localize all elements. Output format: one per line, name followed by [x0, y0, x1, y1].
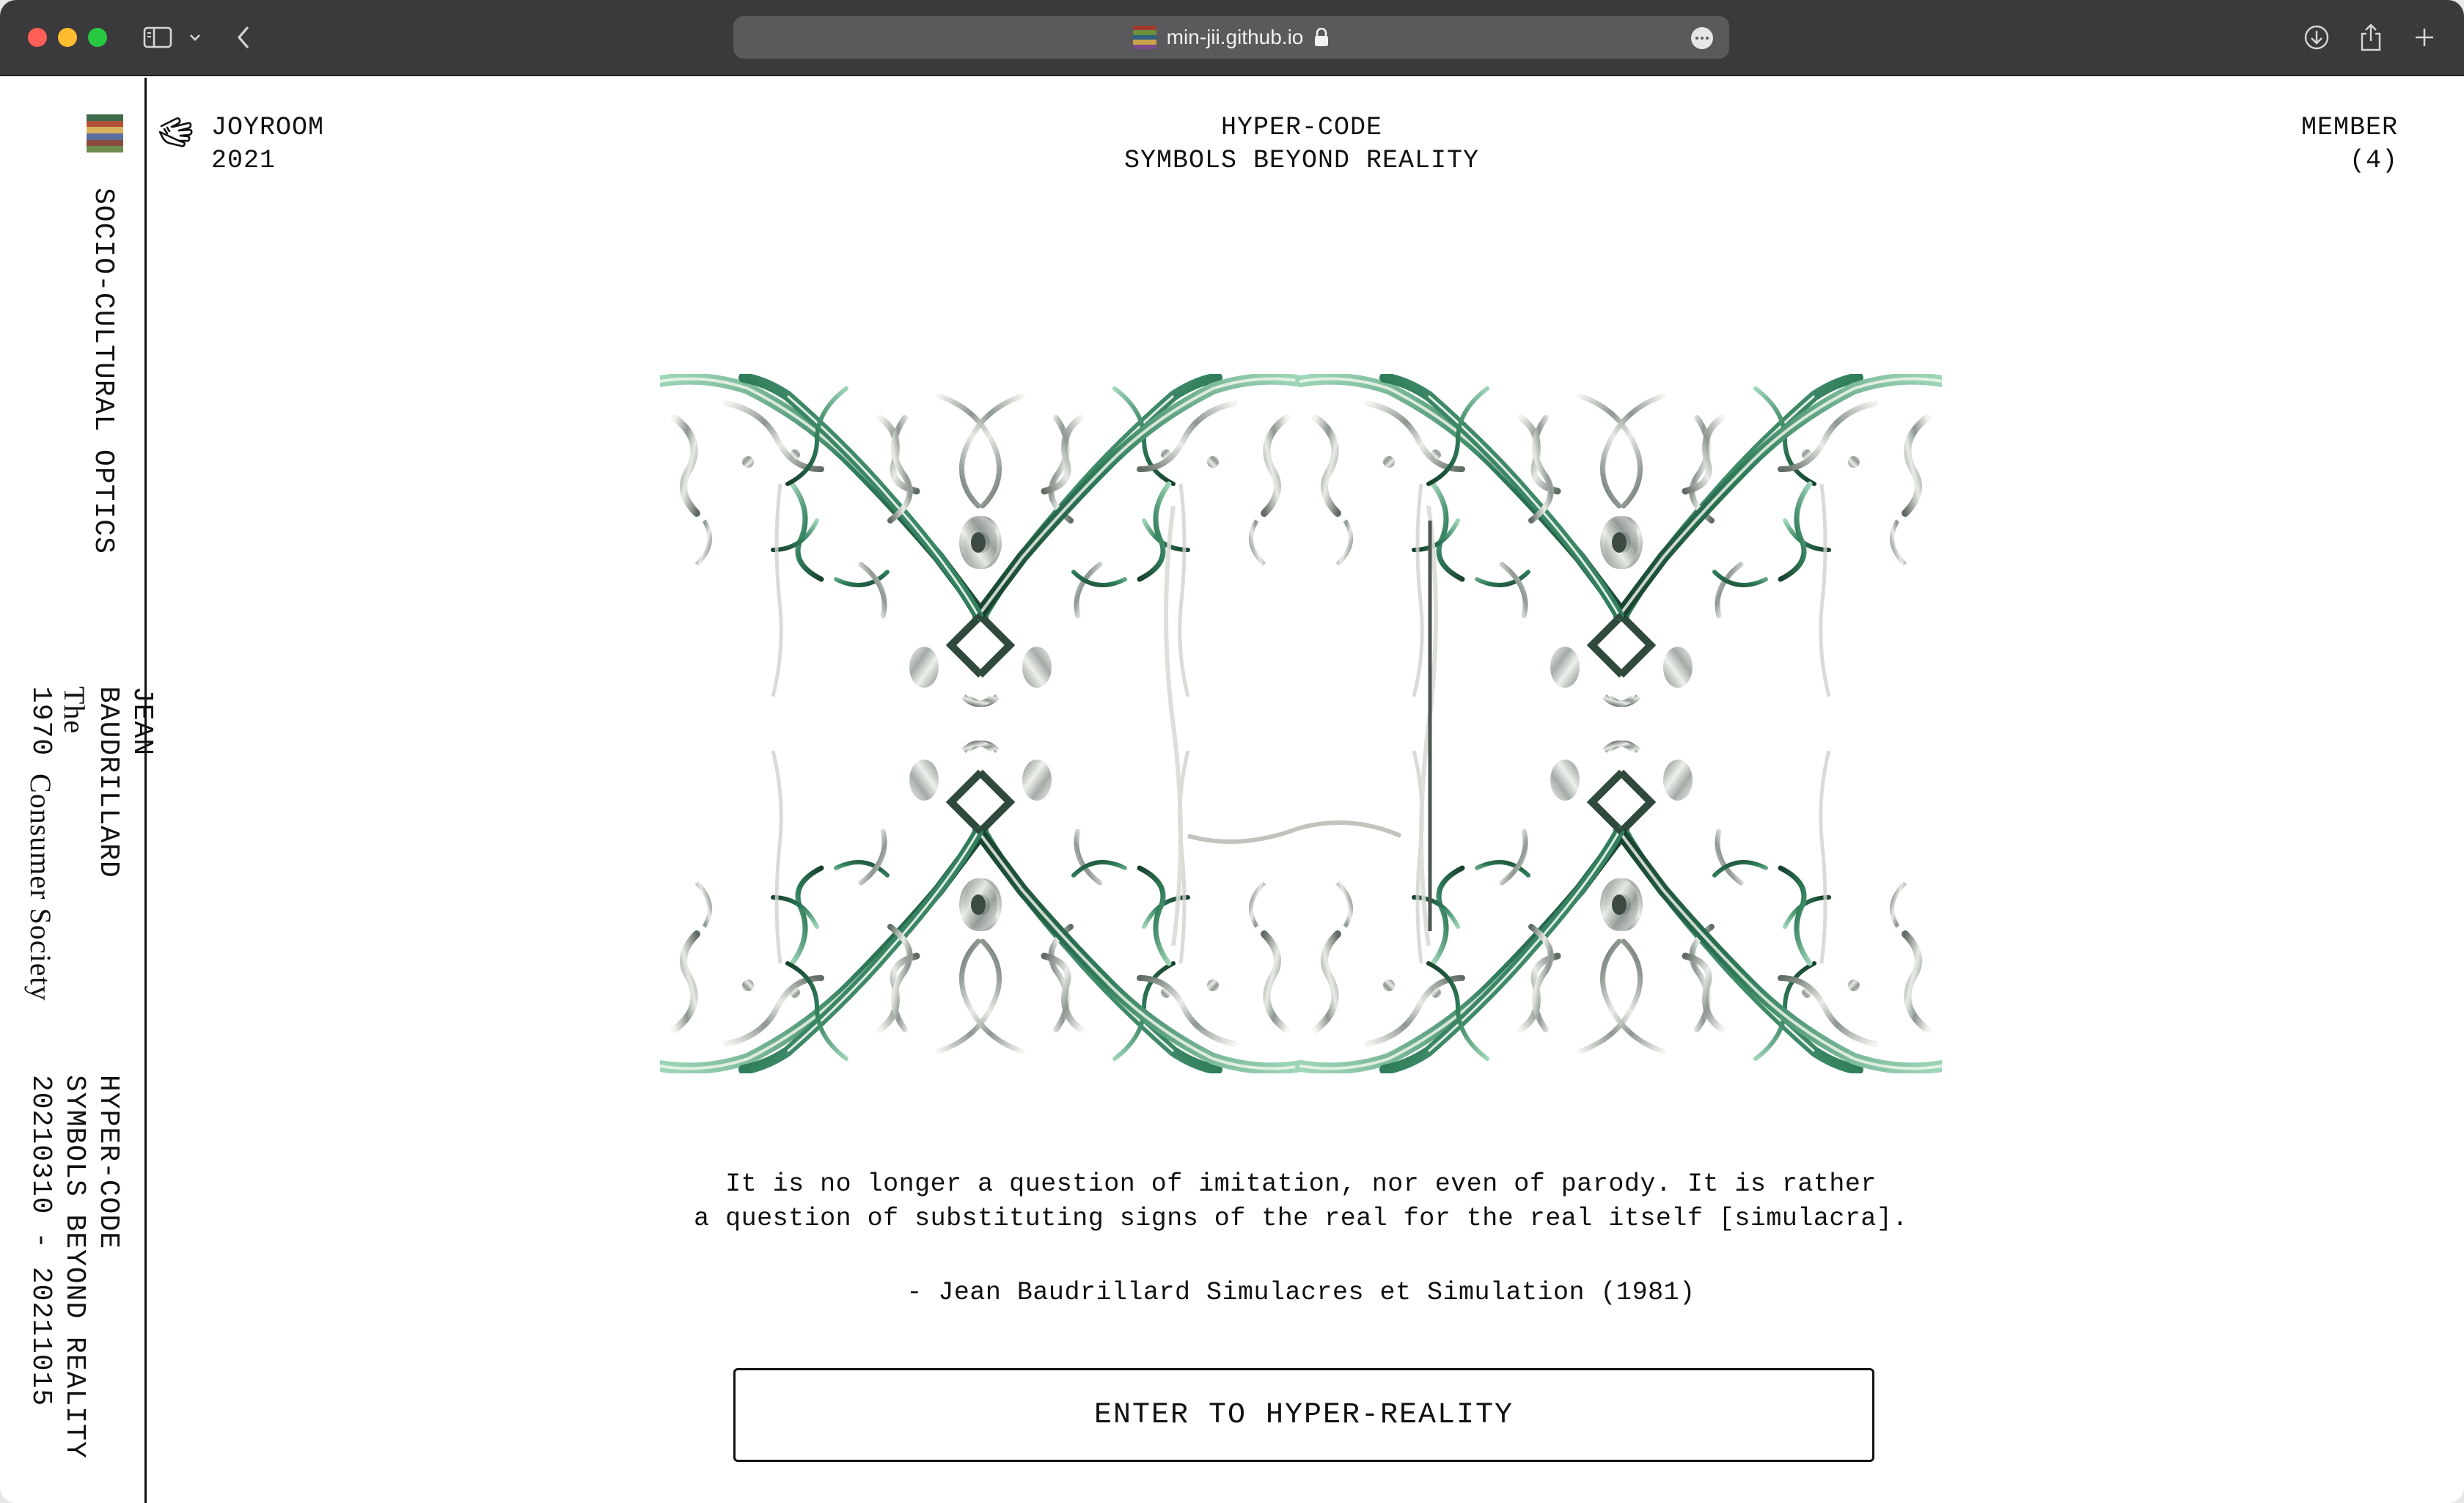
page-content: SOCIO-CULTURAL OPTICS JEAN BAUDRILLARD T…	[0, 78, 2464, 1503]
exhibit-dates: 20210310 - 20211015	[25, 1075, 56, 1407]
page-subtitle: SYMBOLS BEYOND REALITY	[1123, 146, 1480, 175]
lock-icon	[1315, 28, 1329, 46]
member-count: (4)	[2349, 146, 2398, 175]
enter-button[interactable]: ENTER TO HYPER-REALITY	[733, 1368, 1874, 1462]
member-label: MEMBER	[2300, 113, 2398, 142]
book-year: 1970	[25, 686, 56, 757]
section-label: SOCIO-CULTURAL OPTICS	[87, 188, 119, 554]
pointing-hand-icon	[158, 117, 193, 147]
minimize-window-button[interactable]	[58, 28, 77, 47]
header-center: HYPER-CODE SYMBOLS BEYOND REALITY	[880, 111, 1723, 177]
book-title-line1: The	[58, 686, 91, 735]
exhibit-title: HYPER-CODE SYMBOLS BEYOND REALITY	[59, 1075, 124, 1459]
author-name: JEAN BAUDRILLARD	[92, 686, 158, 878]
new-tab-icon[interactable]	[2410, 21, 2439, 54]
author-block: JEAN BAUDRILLARD The 1970 Consumer Socie…	[23, 686, 158, 1001]
quote-attribution: - Jean Baudrillard Simulacres et Simulat…	[906, 1278, 1695, 1307]
share-icon[interactable]	[2354, 21, 2388, 54]
browser-window: min-jii.github.io SOCIO-CULTURAL OPTICS …	[0, 0, 2464, 1503]
back-button[interactable]	[229, 21, 258, 54]
org-year: 2021	[211, 146, 276, 175]
left-rail: SOCIO-CULTURAL OPTICS JEAN BAUDRILLARD T…	[0, 78, 158, 1503]
org-name: JOYROOM	[211, 113, 325, 142]
page-menu-icon[interactable]	[1691, 27, 1713, 49]
hero-artwork	[660, 374, 1942, 1073]
quote-line-2: a question of substituting signs of the …	[694, 1204, 1908, 1233]
rail-logo[interactable]	[87, 114, 123, 153]
chevron-down-icon[interactable]	[185, 21, 205, 54]
quote-text: It is no longer a question of imitation,…	[660, 1167, 1942, 1236]
quote-line-1: It is no longer a question of imitation,…	[725, 1169, 1877, 1199]
address-bar[interactable]: min-jii.github.io	[733, 16, 1729, 59]
browser-toolbar: min-jii.github.io	[0, 0, 2464, 76]
header-left[interactable]: JOYROOM 2021	[157, 111, 324, 177]
member-link[interactable]: MEMBER (4)	[2301, 111, 2398, 177]
book-title-line2: Consumer Society	[24, 773, 57, 1002]
page-title: HYPER-CODE	[1220, 113, 1383, 142]
exhibit-block: HYPER-CODE SYMBOLS BEYOND REALITY 202103…	[23, 1075, 125, 1459]
download-icon[interactable]	[2300, 21, 2333, 54]
sidebar-toggle-icon[interactable]	[139, 21, 176, 54]
url-text: min-jii.github.io	[1166, 26, 1304, 48]
close-window-button[interactable]	[28, 28, 47, 47]
site-favicon	[1132, 26, 1156, 50]
zoom-window-button[interactable]	[88, 28, 107, 47]
